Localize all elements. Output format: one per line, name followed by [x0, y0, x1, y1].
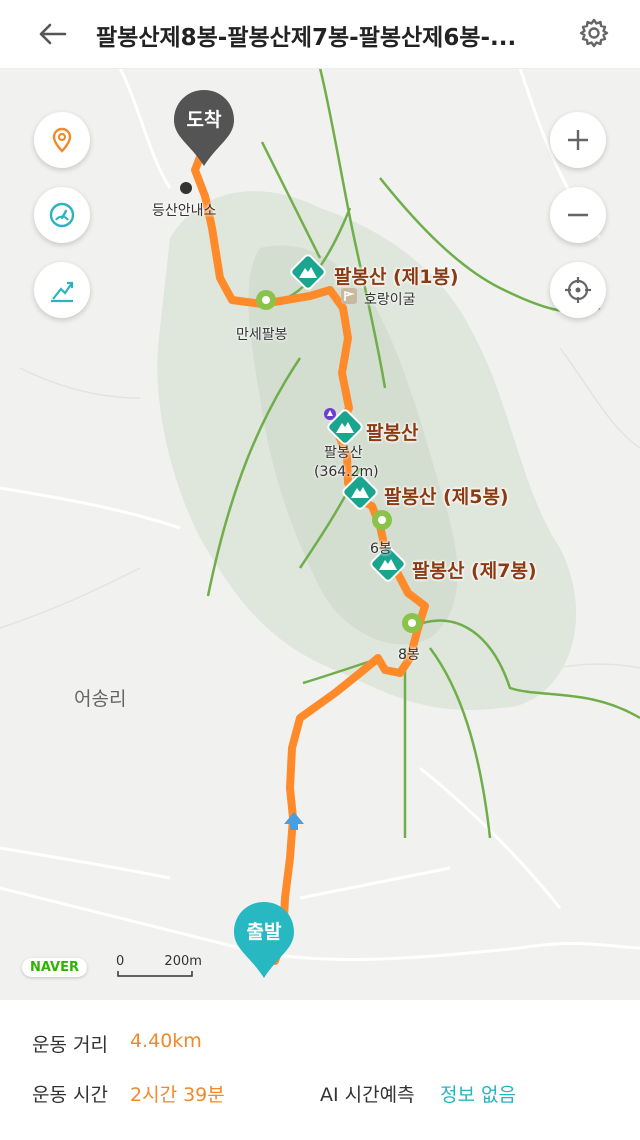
elevation-icon [51, 281, 74, 303]
palbongsan-small-label: 팔봉산 [324, 445, 363, 461]
speedometer-icon [49, 202, 75, 228]
distance-label: 운동 거리 [32, 1034, 108, 1056]
scale-zero: 0 [116, 954, 125, 969]
zoom-in-icon [568, 130, 588, 150]
naver-logo: NAVER [22, 958, 88, 977]
peak6-label: 6봉 [370, 541, 392, 557]
zoom-out-button[interactable] [550, 187, 606, 243]
distance-value: 4.40km [130, 1030, 202, 1052]
speed-button[interactable] [34, 187, 90, 243]
time-label: 운동 시간 [32, 1084, 108, 1106]
back-button[interactable] [30, 14, 74, 54]
peak5-label: 팔봉산 (제5봉) [384, 486, 509, 508]
map-view[interactable]: 등산안내소 팔봉산 (제1봉) 호랑이굴 만세팔봉 팔봉산 팔봉산 (364.2… [0, 68, 640, 1000]
elevation-label: (364.2m) [314, 464, 379, 480]
peak-marker-icon[interactable] [327, 409, 363, 445]
stats-panel: 운동 거리 4.40km 운동 시간 2시간 39분 AI 시간예측 정보 없음 [0, 1000, 640, 1140]
ai-estimate-value: 정보 없음 [440, 1084, 516, 1106]
village-label: 어송리 [74, 688, 127, 710]
top-bar: 팔봉산제8봉-팔봉산제7봉-팔봉산제6봉-... [0, 0, 640, 69]
peak-marker-icon[interactable] [290, 254, 326, 290]
peak7-label: 팔봉산 (제7봉) [412, 560, 537, 582]
settings-button[interactable] [572, 13, 616, 53]
peak8-label: 8봉 [398, 647, 420, 663]
location-button[interactable] [34, 112, 90, 168]
location-pin-icon [52, 127, 72, 153]
departure-marker[interactable]: 출발 [232, 900, 296, 980]
arrival-label: 도착 [186, 109, 222, 131]
zoom-out-icon [568, 213, 588, 217]
scale-label: 200m [164, 954, 202, 969]
time-value: 2시간 39분 [130, 1084, 225, 1106]
route-title: 팔봉산제8봉-팔봉산제7봉-팔봉산제6봉-... [96, 25, 517, 51]
ai-estimate-label: AI 시간예측 [320, 1084, 415, 1106]
elevation-button[interactable] [34, 262, 90, 318]
map-base [0, 68, 640, 977]
locate-me-button[interactable] [550, 262, 606, 318]
arrival-marker[interactable]: 도착 [172, 88, 236, 168]
manse-label: 만세팔봉 [236, 327, 288, 343]
departure-label: 출발 [246, 921, 282, 943]
scale-bar: 0 200m [116, 954, 202, 969]
trail-office-label: 등산안내소 [152, 203, 217, 219]
gear-icon [579, 18, 609, 48]
tiger-cave-label: 호랑이굴 [364, 292, 416, 308]
zoom-in-button[interactable] [550, 112, 606, 168]
peak1-label: 팔봉산 (제1봉) [334, 266, 459, 288]
route-direction-icon [284, 812, 304, 830]
palbongsan-label: 팔봉산 [366, 422, 419, 444]
arrow-left-icon [39, 23, 67, 45]
locate-me-icon [565, 277, 591, 303]
